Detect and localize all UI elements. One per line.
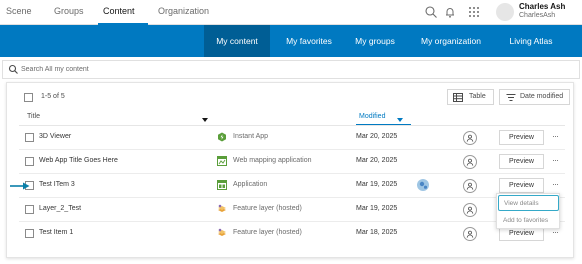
menu-item-add-to-favorites[interactable]: Add to favorites — [498, 213, 559, 229]
sort-icon — [506, 93, 516, 102]
tab-content[interactable]: Content — [103, 6, 135, 16]
menu-item-view-details[interactable]: View details — [498, 195, 559, 211]
tab-groups[interactable]: Groups — [54, 6, 84, 16]
item-title[interactable]: 3D Viewer — [39, 133, 71, 140]
subnav-my-organization[interactable]: My organization — [412, 25, 490, 57]
item-title[interactable]: Test Item 1 — [39, 229, 73, 236]
feature-layer-icon — [217, 228, 227, 238]
bell-icon[interactable] — [443, 5, 457, 19]
app-launcher-icon[interactable] — [467, 5, 481, 19]
sharing-icon[interactable] — [463, 227, 477, 241]
sharing-icon[interactable] — [463, 131, 477, 145]
preview-button[interactable]: Preview — [499, 178, 544, 193]
table-view-label: Table — [469, 93, 486, 100]
item-modified: Mar 20, 2025 — [356, 133, 398, 140]
preview-button[interactable]: Preview — [499, 154, 544, 169]
table-row[interactable]: Test Item 1 Feature layer (hosted) Mar 1… — [19, 222, 565, 246]
item-modified: Mar 19, 2025 — [356, 205, 398, 212]
arrow-right-icon — [10, 182, 30, 190]
row-checkbox[interactable] — [25, 133, 34, 142]
item-title[interactable]: Test ITem 3 — [39, 181, 75, 188]
item-type: Feature layer (hosted) — [233, 205, 302, 212]
item-modified: Mar 20, 2025 — [356, 157, 398, 164]
item-type: Web mapping application — [233, 157, 312, 164]
preview-button[interactable]: Preview — [499, 130, 544, 145]
content-subnav: My content My favorites My groups My org… — [0, 25, 582, 57]
search-input[interactable] — [21, 63, 421, 76]
more-options-icon[interactable]: ··· — [552, 179, 559, 189]
chevron-down-icon[interactable] — [202, 115, 208, 122]
table-row[interactable]: 3D Viewer Instant App Mar 20, 2025 Previ… — [19, 126, 565, 150]
application-icon — [217, 180, 227, 190]
tab-scene[interactable]: Scene — [6, 6, 32, 16]
tab-organization[interactable]: Organization — [158, 6, 209, 16]
item-type: Feature layer (hosted) — [233, 229, 302, 236]
subnav-my-groups[interactable]: My groups — [345, 25, 405, 57]
subnav-my-content[interactable]: My content — [204, 25, 270, 57]
avatar[interactable] — [496, 3, 514, 21]
web-mapping-app-icon — [217, 156, 227, 166]
feature-layer-icon — [217, 204, 227, 214]
table-row[interactable]: Web App Title Goes Here Web mapping appl… — [19, 150, 565, 174]
instant-app-icon — [217, 132, 227, 142]
result-count: 1-5 of 5 — [41, 93, 65, 100]
item-context-menu: View details Add to favorites — [496, 193, 560, 229]
content-search — [2, 60, 580, 79]
subnav-living-atlas[interactable]: Living Atlas — [498, 25, 564, 57]
table-view-button[interactable]: Table — [447, 89, 494, 105]
search-icon — [8, 64, 19, 75]
user-name[interactable]: Charles Ash — [519, 2, 565, 11]
select-all-checkbox[interactable] — [24, 93, 33, 102]
item-modified: Mar 19, 2025 — [356, 181, 398, 188]
item-type: Instant App — [233, 133, 269, 140]
sort-button[interactable]: Date modified — [499, 89, 570, 105]
sharing-icon[interactable] — [463, 155, 477, 169]
search-icon[interactable] — [424, 5, 438, 19]
row-checkbox[interactable] — [25, 157, 34, 166]
row-checkbox[interactable] — [25, 229, 34, 238]
item-title[interactable]: Web App Title Goes Here — [39, 157, 118, 164]
item-modified: Mar 18, 2025 — [356, 229, 398, 236]
top-navigation: Scene Groups Content Organization Charle… — [0, 0, 582, 25]
item-type: Application — [233, 181, 268, 188]
more-options-icon[interactable]: ··· — [552, 155, 559, 165]
shared-status-icon[interactable] — [417, 179, 429, 191]
table-row[interactable]: Layer_2_Test Feature layer (hosted) Mar … — [19, 198, 565, 222]
chevron-down-icon[interactable] — [397, 115, 403, 122]
column-header-title[interactable]: Title — [27, 113, 40, 120]
more-options-icon[interactable]: ··· — [552, 131, 559, 141]
sort-label: Date modified — [520, 93, 564, 100]
row-checkbox[interactable] — [25, 205, 34, 214]
sharing-icon[interactable] — [463, 179, 477, 193]
user-handle[interactable]: CharlesAsh — [519, 12, 555, 19]
table-icon — [453, 93, 463, 102]
table-row[interactable]: Test ITem 3 Application Mar 19, 2025 Pre… — [19, 174, 565, 198]
sharing-icon[interactable] — [463, 203, 477, 217]
content-list-panel: 1-5 of 5 Table Date modified Title Modif… — [6, 82, 574, 258]
item-title[interactable]: Layer_2_Test — [39, 205, 81, 212]
column-header-modified[interactable]: Modified — [359, 113, 385, 120]
subnav-my-favorites[interactable]: My favorites — [276, 25, 342, 57]
